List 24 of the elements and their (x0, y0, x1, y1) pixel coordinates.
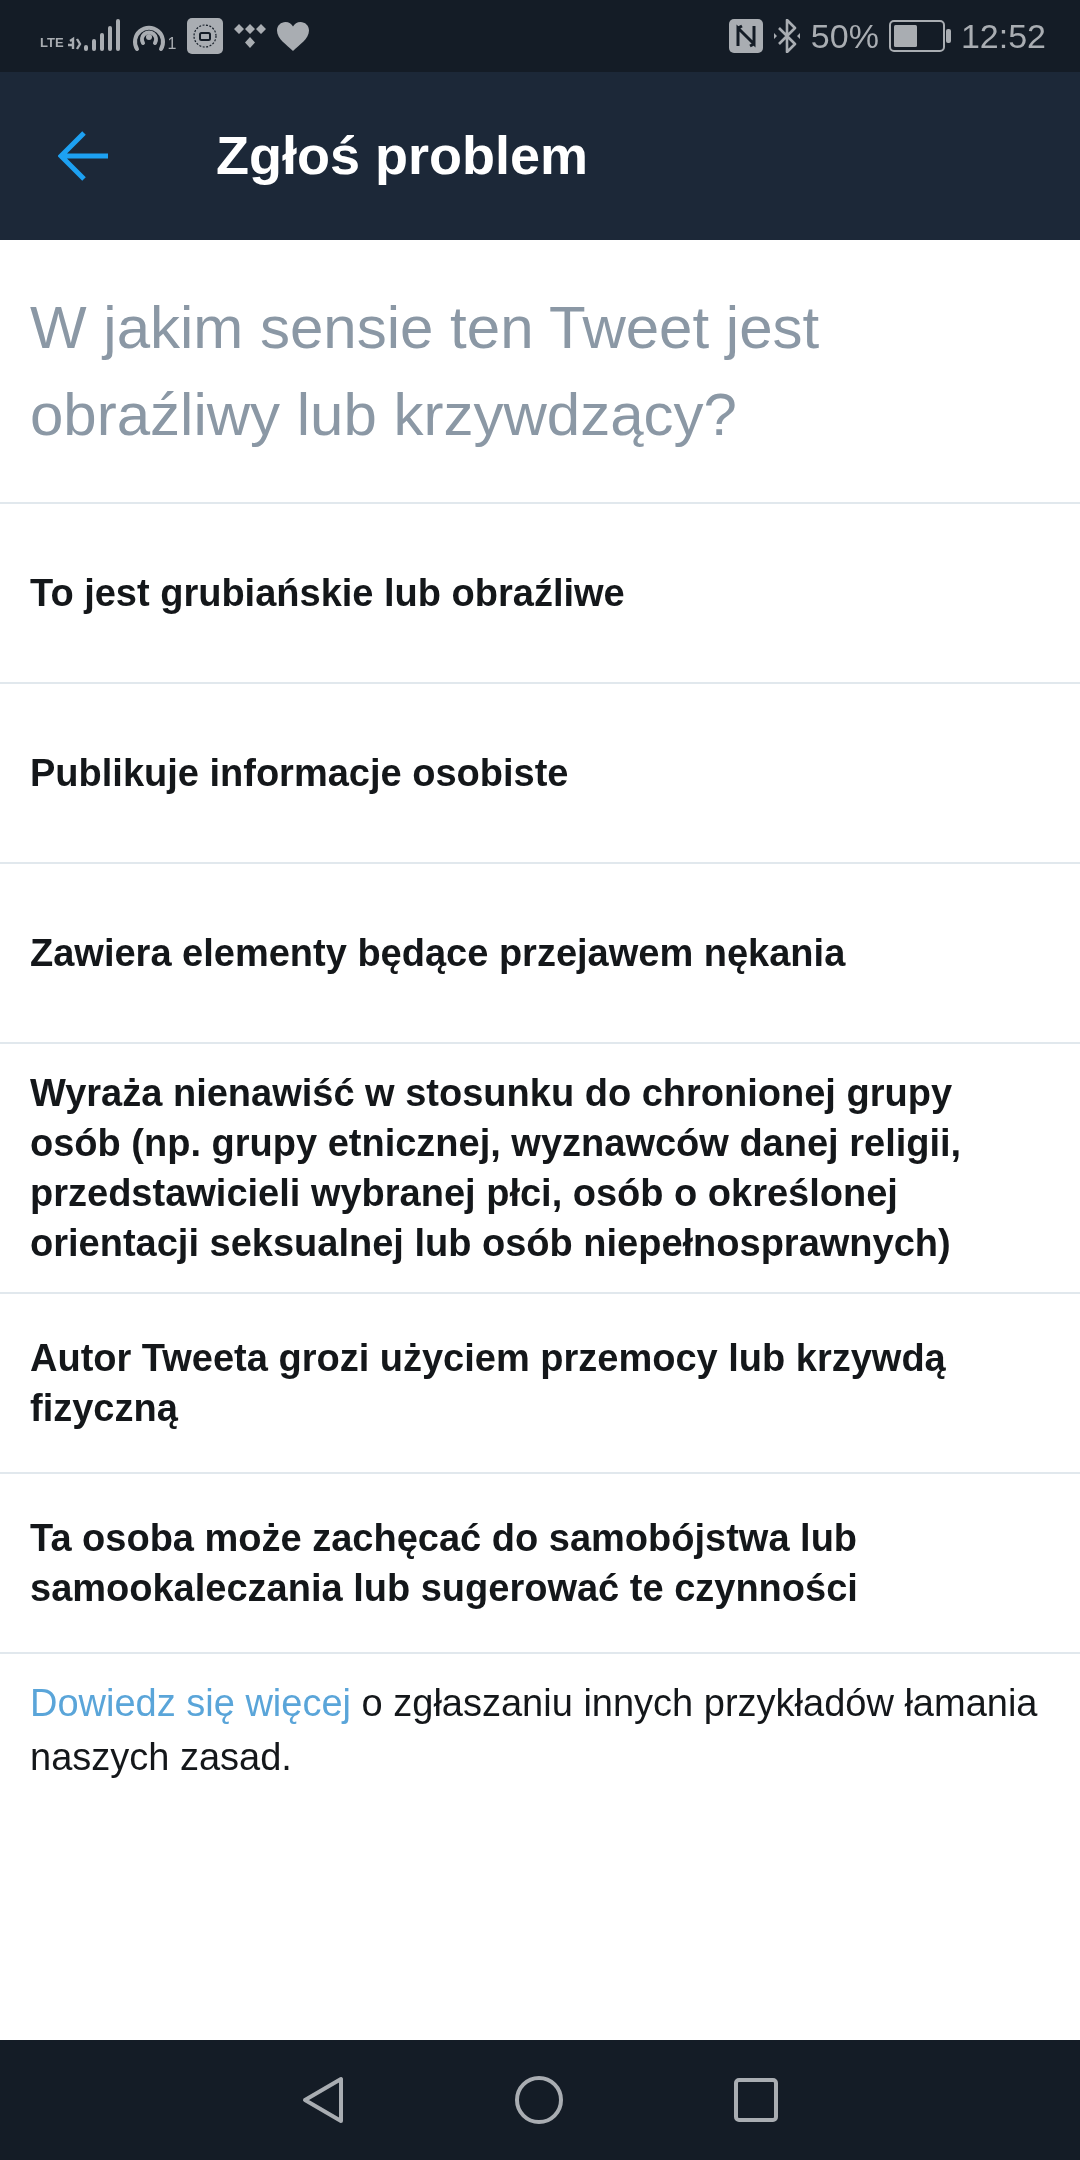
battery-percentage: 50% (810, 19, 879, 53)
signal-icon (65, 19, 122, 53)
report-option[interactable]: Autor Tweeta grozi użyciem przemocy lub krzywdą fizyczną (0, 1294, 1080, 1474)
report-option[interactable]: Publikuje informacje osobiste (0, 684, 1080, 864)
back-button[interactable] (58, 131, 110, 181)
report-option[interactable]: To jest grubiańskie lub obraźliwe (0, 504, 1080, 684)
app-tile-icon (186, 18, 223, 54)
heart-icon (276, 21, 309, 51)
hotspot-count: 1 (167, 36, 177, 52)
report-option[interactable]: Zawiera elementy będące przejawem nękania (0, 864, 1080, 1044)
footer-text: Dowiedz się więcej o zgłaszaniu innych przykładów łamania naszych zasad. (29, 1681, 1039, 1780)
question-heading: W jakim sensie ten Tweet jest obraźliwy lub krzywdzący? (0, 240, 1080, 504)
recents-nav-button[interactable] (734, 2078, 778, 2122)
diamonds-icon (232, 23, 267, 49)
screen-title: Zgłoś problem (216, 126, 588, 186)
battery-icon (888, 20, 951, 52)
report-option[interactable]: Ta osoba może zachęcać do samobójstwa lub samookaleczania lub sugerować te czynności (0, 1474, 1080, 1654)
clock-time: 12:52 (960, 19, 1046, 53)
home-nav-button[interactable] (514, 2075, 564, 2125)
bluetooth-icon (772, 19, 801, 53)
back-nav-button[interactable] (302, 2076, 344, 2124)
network-type-label: LTE (40, 36, 64, 49)
nfc-icon (728, 19, 763, 53)
report-option[interactable]: Wyraża nienawiść w stosunku do chronionej grupy osób (np. grupy etnicznej, wyznawców danej religii, przedstawicieli wybranej płci, osób o określonej orientacji seksualnej lub osób niepełnosprawnych) (0, 1044, 1080, 1294)
